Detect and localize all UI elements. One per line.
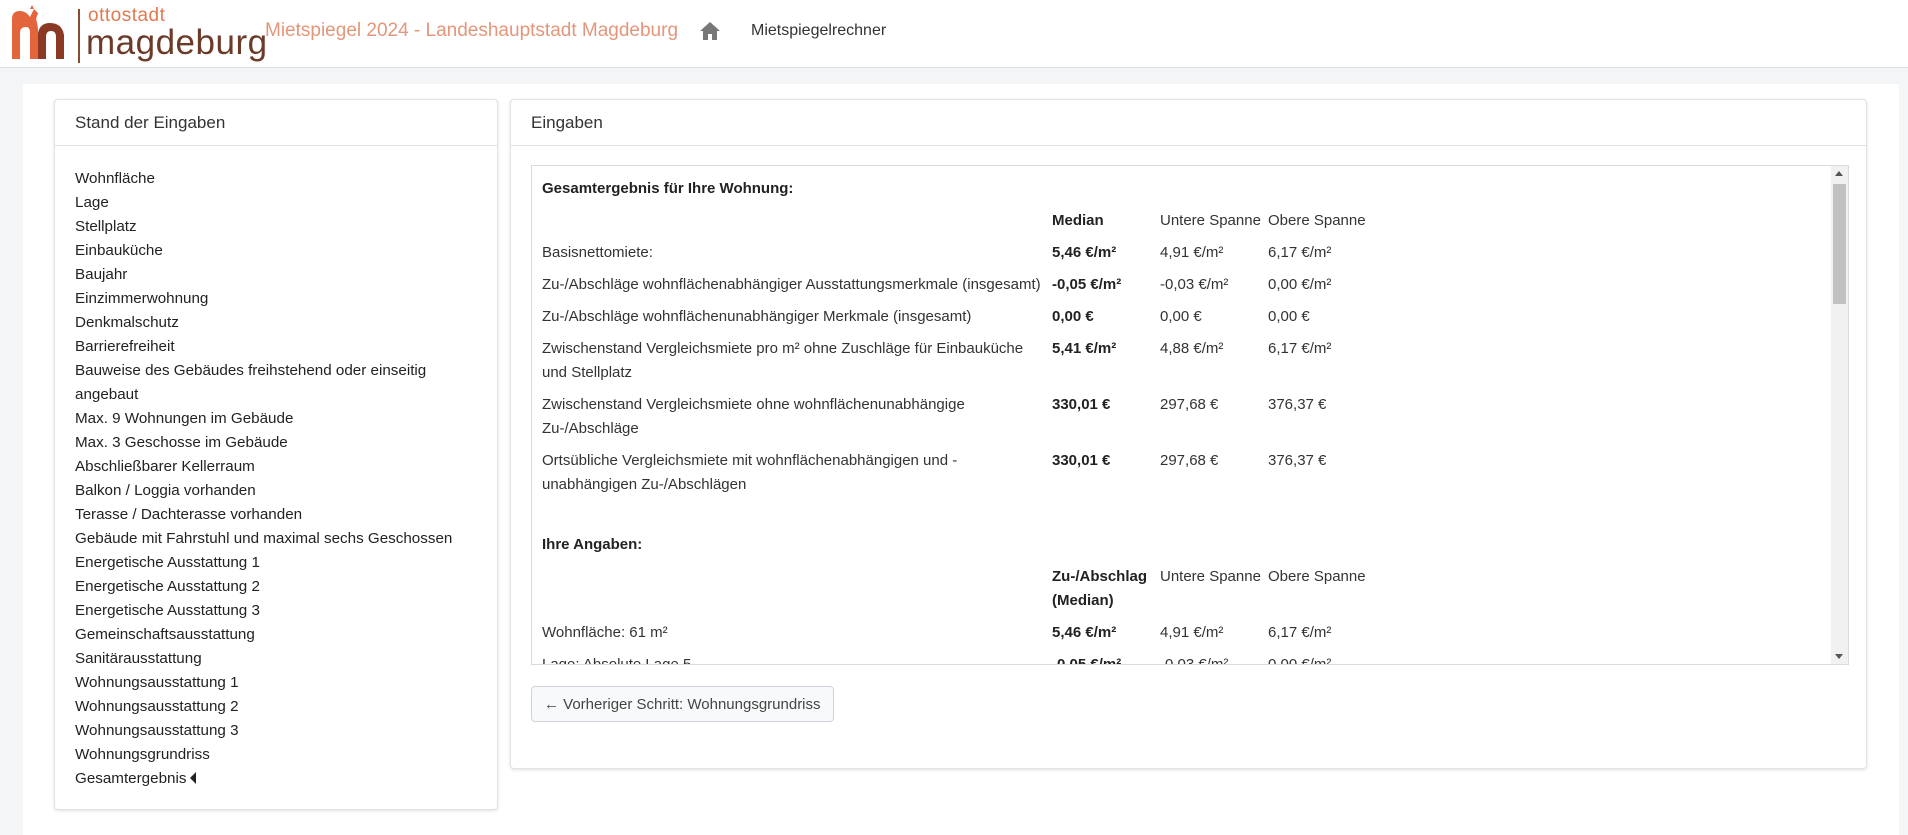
progress-item: angebaut [75, 386, 139, 403]
result-row-upper: 0,00 €/m² [1268, 276, 1332, 293]
result-row-label: Zwischenstand Vergleichsmiete pro m² ohn… [542, 340, 1024, 357]
scrollbar-thumb[interactable] [1833, 184, 1846, 304]
logo-text-big: magdeburg [86, 23, 268, 62]
progress-list: Wohnfläche Lage Stellplatz Einbauküche B… [55, 146, 497, 791]
progress-item: Bauweise des Gebäudes freihstehend oder … [75, 362, 427, 379]
result-row-lower: 4,91 €/m² [1160, 244, 1224, 261]
caret-left-icon [190, 772, 197, 784]
result-row-label: Zu-/Abschläge wohnflächenabhängiger Auss… [542, 276, 1041, 293]
result-row-upper: 0,00 € [1268, 308, 1310, 325]
input-row-label: Wohnfläche: 61 m² [542, 624, 668, 641]
result-row-median: 330,01 € [1052, 396, 1111, 413]
result-row-median: 0,00 € [1052, 308, 1094, 325]
app-title[interactable]: Mietspiegel 2024 - Landeshauptstadt Magd… [265, 20, 678, 42]
result-row-label-cont: und Stellplatz [542, 364, 633, 381]
input-row-upper: 6,17 €/m² [1268, 624, 1332, 641]
nav-link-mietspiegelrechner[interactable]: Mietspiegelrechner [751, 22, 886, 40]
result-row-label-cont: Zu-/Abschläge [542, 420, 639, 437]
result-row-label: Zwischenstand Vergleichsmiete ohne wohnf… [542, 396, 965, 413]
result-row-lower: 297,68 € [1160, 396, 1219, 413]
result-row-upper: 376,37 € [1268, 396, 1327, 413]
input-row-lower: -0,03 €/m² [1160, 653, 1228, 664]
inputs-heading: Ihre Angaben: [542, 536, 643, 553]
current-item-label: Gesamtergebnis [75, 770, 187, 787]
progress-item: Wohnungsausstattung 1 [75, 674, 239, 691]
progress-item: Wohnfläche [75, 170, 155, 187]
progress-item: Lage [75, 194, 109, 211]
input-row-label: Lage: Absolute Lage 5 [542, 653, 691, 664]
result-row-lower: -0,03 €/m² [1160, 276, 1229, 293]
vertical-scrollbar[interactable] [1831, 166, 1848, 664]
result-row-median: 5,46 €/m² [1052, 244, 1117, 261]
result-row-median: -0,05 €/m² [1052, 276, 1122, 293]
result-row-lower: 0,00 € [1160, 308, 1202, 325]
result-row-label: Zu-/Abschläge wohnflächenunabhängiger Me… [542, 308, 972, 325]
progress-item: Stellplatz [75, 218, 137, 235]
progress-item: Terasse / Dachterasse vorhanden [75, 506, 303, 523]
result-heading: Gesamtergebnis für Ihre Wohnung: [542, 180, 794, 197]
col-header-adjustment-sub: (Median) [1052, 592, 1114, 609]
magdeburg-logo[interactable]: ottostadt magdeburg [8, 3, 267, 65]
col-header-upper: Obere Spanne [1268, 568, 1366, 585]
progress-item: Wohnungsausstattung 2 [75, 698, 239, 715]
previous-step-button[interactable]: ← Vorheriger Schritt: Wohnungsgrundriss [531, 686, 834, 722]
progress-item: Baujahr [75, 266, 128, 283]
result-row-median: 5,41 €/m² [1052, 340, 1117, 357]
col-header-adjustment: Zu-/Abschlag [1052, 568, 1148, 585]
inputs-card-title: Eingaben [511, 100, 1866, 146]
progress-item-current: Gesamtergebnis [75, 767, 477, 791]
progress-item: Wohnungsausstattung 3 [75, 722, 239, 739]
scroll-up-arrow-icon[interactable] [1835, 171, 1843, 176]
result-content: Gesamtergebnis für Ihre Wohnung: Median … [532, 166, 1829, 664]
progress-card: Stand der Eingaben Wohnfläche Lage Stell… [54, 99, 498, 810]
inputs-card: Eingaben Gesamtergebnis für Ihre Wohnung… [510, 99, 1867, 769]
progress-item: Einzimmerwohnung [75, 290, 209, 307]
result-scroll-panel[interactable]: Gesamtergebnis für Ihre Wohnung: Median … [531, 165, 1849, 665]
logo-mark-icon [12, 5, 64, 59]
progress-card-title: Stand der Eingaben [55, 100, 497, 146]
progress-item: Balkon / Loggia vorhanden [75, 482, 256, 499]
progress-item: Gemeinschaftsausstattung [75, 626, 255, 643]
scroll-down-arrow-icon[interactable] [1835, 654, 1843, 659]
progress-item: Barrierefreiheit [75, 338, 175, 355]
progress-item: Denkmalschutz [75, 314, 179, 331]
progress-item: Wohnungsgrundriss [75, 746, 210, 763]
col-header-lower: Untere Spanne [1160, 212, 1261, 229]
col-header-median: Median [1052, 212, 1104, 229]
col-header-lower: Untere Spanne [1160, 568, 1261, 585]
progress-item: Gebäude mit Fahrstuhl und maximal sechs … [75, 530, 453, 547]
result-row-label: Basisnettomiete: [542, 244, 653, 261]
input-row-median: -0,05 €/m² [1052, 653, 1121, 664]
result-row-label: Ortsübliche Vergleichsmiete mit wohnfläc… [542, 452, 958, 469]
progress-item: Abschließbarer Kellerraum [75, 458, 255, 475]
home-icon[interactable] [699, 21, 723, 43]
progress-item: Energetische Ausstattung 2 [75, 578, 260, 595]
result-row-upper: 6,17 €/m² [1268, 244, 1332, 261]
progress-item: Max. 9 Wohnungen im Gebäude [75, 410, 294, 427]
input-row-median: 5,46 €/m² [1052, 624, 1117, 641]
col-header-upper: Obere Spanne [1268, 212, 1366, 229]
result-row-lower: 297,68 € [1160, 452, 1219, 469]
progress-item: Energetische Ausstattung 1 [75, 554, 260, 571]
progress-item: Sanitärausstattung [75, 650, 202, 667]
result-row-lower: 4,88 €/m² [1160, 340, 1224, 357]
result-row-upper: 376,37 € [1268, 452, 1327, 469]
progress-item: Einbauküche [75, 242, 163, 259]
logo-separator [78, 9, 80, 63]
result-row-upper: 6,17 €/m² [1268, 340, 1332, 357]
result-row-label-cont: unabhängigen Zu-/Abschlägen [542, 476, 747, 493]
top-navbar: ottostadt magdeburg Mietspiegel 2024 - L… [0, 0, 1908, 68]
input-row-upper: 0,00 €/m² [1268, 653, 1331, 664]
progress-item: Energetische Ausstattung 3 [75, 602, 260, 619]
progress-item: Max. 3 Geschosse im Gebäude [75, 434, 288, 451]
result-row-median: 330,01 € [1052, 452, 1111, 469]
input-row-lower: 4,91 €/m² [1160, 624, 1224, 641]
